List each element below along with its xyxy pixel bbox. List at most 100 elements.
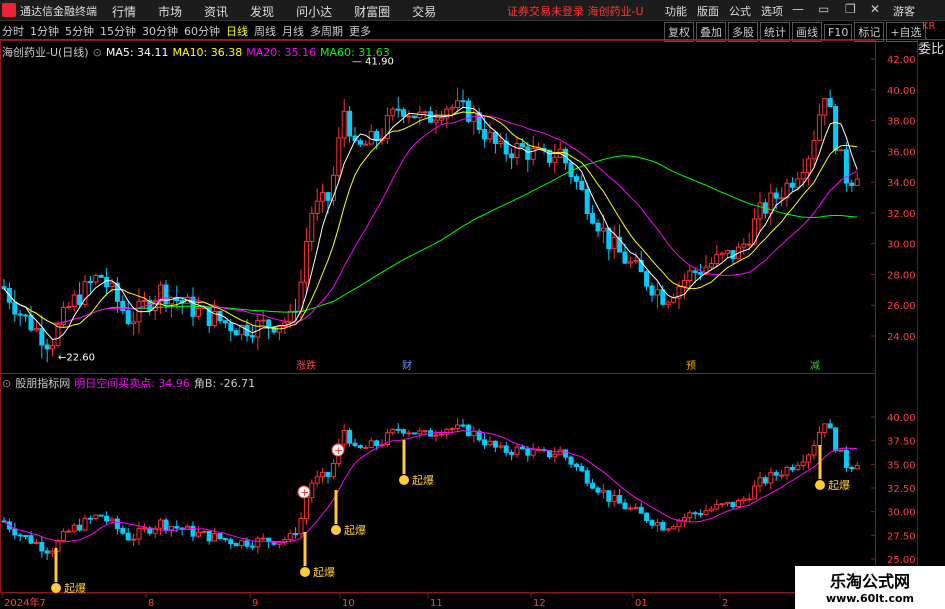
candle-body bbox=[687, 270, 693, 281]
app-name: 通达信金融终端 bbox=[20, 5, 97, 18]
kline-chart[interactable]: 起爆起爆起爆起爆 起爆++ 42.0040.0038.0036.0034.0032… bbox=[0, 40, 917, 609]
ind-candle-body bbox=[71, 524, 77, 532]
candle-body bbox=[320, 192, 326, 202]
x-tick-label: 2024年7 bbox=[4, 596, 46, 609]
statistics-button[interactable]: 统计 bbox=[760, 22, 790, 42]
candle-body bbox=[255, 319, 261, 338]
ma-lines bbox=[3, 106, 858, 341]
menu-market[interactable]: 行情 bbox=[112, 5, 136, 19]
candle-body bbox=[779, 197, 785, 200]
candle-body bbox=[287, 310, 293, 324]
ind-candle-body bbox=[741, 498, 747, 502]
y-tick-label: 25.00 bbox=[887, 555, 916, 566]
signal-label: 起爆 bbox=[344, 523, 366, 537]
add-watchlist-button[interactable]: +自选 bbox=[886, 22, 926, 42]
x-tick-label: 8 bbox=[148, 598, 154, 609]
multi-stock-button[interactable]: 多股 bbox=[728, 22, 758, 42]
candle-body bbox=[746, 243, 752, 246]
ind-candle-body bbox=[800, 461, 806, 466]
restore-icon[interactable]: ❐ bbox=[845, 2, 856, 16]
candle-body bbox=[411, 115, 417, 119]
menu-trade[interactable]: 交易 bbox=[412, 5, 436, 19]
ind-candle-body bbox=[374, 440, 380, 446]
tab-timeshare[interactable]: 分时 bbox=[2, 25, 24, 38]
ind-candle-body bbox=[87, 517, 93, 520]
candle-body bbox=[681, 279, 687, 287]
ma5-line bbox=[3, 106, 858, 341]
candle-body bbox=[314, 200, 320, 214]
ind-candle-body bbox=[320, 471, 326, 478]
tab-1min[interactable]: 1分钟 bbox=[30, 25, 59, 38]
event-marker: 预 bbox=[686, 360, 696, 372]
menu-discover[interactable]: 发现 bbox=[250, 5, 274, 19]
menu-markets[interactable]: 市场 bbox=[158, 5, 182, 19]
ind-candle-body bbox=[217, 533, 223, 539]
ma20-line bbox=[3, 115, 858, 324]
menu-formula[interactable]: 公式 bbox=[729, 5, 751, 18]
draw-line-button[interactable]: 画线 bbox=[792, 22, 822, 42]
app-logo-icon bbox=[2, 3, 16, 17]
ind-candle-body bbox=[303, 497, 309, 520]
tab-60min[interactable]: 60分钟 bbox=[184, 25, 220, 38]
f10-button[interactable]: F10 bbox=[824, 24, 853, 41]
ind-candle-body bbox=[730, 501, 736, 507]
ind-candle-body bbox=[330, 463, 336, 477]
minimize-icon[interactable]: — bbox=[792, 2, 804, 16]
mark-button[interactable]: 标记 bbox=[854, 22, 885, 42]
menu-options[interactable]: 选项 bbox=[761, 5, 783, 18]
candle-body bbox=[233, 330, 239, 336]
tab-more[interactable]: 更多 bbox=[349, 25, 371, 38]
ind-candle-body bbox=[676, 520, 682, 528]
ind-candle-body bbox=[168, 526, 174, 531]
tab-5min[interactable]: 5分钟 bbox=[65, 25, 94, 38]
tab-30min[interactable]: 30分钟 bbox=[142, 25, 178, 38]
candle-body bbox=[806, 158, 812, 173]
ind-candle-body bbox=[66, 530, 72, 533]
candle-body bbox=[131, 321, 137, 325]
candle-body bbox=[714, 254, 720, 265]
guest-button[interactable]: 游客 bbox=[893, 3, 915, 19]
tab-multi-period[interactable]: 多周期 bbox=[310, 25, 343, 38]
candle-body bbox=[719, 252, 725, 256]
candle-body bbox=[627, 261, 633, 264]
ind-candle-body bbox=[833, 427, 839, 452]
menu-wealth[interactable]: 财富圈 bbox=[354, 5, 390, 19]
menu-function[interactable]: 功能 bbox=[665, 5, 687, 18]
tab-15min[interactable]: 15分钟 bbox=[100, 25, 136, 38]
ind-candle-body bbox=[606, 490, 612, 502]
ind-candle-body bbox=[93, 514, 99, 520]
ind-candle-body bbox=[638, 506, 644, 514]
login-warning[interactable]: 证券交易未登录 海创药业-U bbox=[507, 3, 644, 19]
candle-body bbox=[498, 140, 504, 145]
money-bag-icon bbox=[51, 583, 61, 593]
candle-body bbox=[347, 110, 353, 137]
overlay-button[interactable]: 叠加 bbox=[696, 22, 726, 42]
close-icon[interactable]: ✕ bbox=[870, 2, 880, 16]
quote-sidebar: KR 委比卖五卖四卖三卖二卖一买一买二买三买四买五现价涨跌涨幅总量外盘换手净资收… bbox=[917, 21, 945, 609]
menu-layout[interactable]: 版面 bbox=[697, 5, 719, 18]
sidebar-item[interactable]: 委比 bbox=[918, 40, 945, 59]
candle-body bbox=[822, 97, 828, 116]
candle-body bbox=[390, 108, 396, 117]
candle-body bbox=[519, 142, 525, 148]
ind-candle-body bbox=[309, 482, 315, 499]
candle-body bbox=[514, 142, 520, 159]
tab-monthly[interactable]: 月线 bbox=[282, 25, 304, 38]
ind-candle-body bbox=[109, 518, 115, 522]
maximize-icon[interactable]: ▭ bbox=[818, 2, 829, 16]
tab-daily[interactable]: 日线 bbox=[226, 25, 248, 38]
menu-news[interactable]: 资讯 bbox=[204, 5, 228, 19]
tab-weekly[interactable]: 周线 bbox=[254, 25, 276, 38]
restore-rights-button[interactable]: 复权 bbox=[664, 22, 694, 42]
ind-candle-body bbox=[438, 433, 444, 436]
candle-body bbox=[93, 274, 99, 283]
ind-candle-body bbox=[152, 527, 158, 534]
ind-candle-body bbox=[806, 454, 812, 463]
ind-candle-body bbox=[44, 550, 50, 554]
candle-body bbox=[120, 300, 126, 312]
ind-candle-body bbox=[590, 482, 596, 489]
ind-candle-body bbox=[82, 517, 88, 531]
menu-ask[interactable]: 问小达 bbox=[296, 5, 332, 19]
candle-body bbox=[455, 100, 461, 109]
ind-candle-body bbox=[17, 534, 23, 537]
